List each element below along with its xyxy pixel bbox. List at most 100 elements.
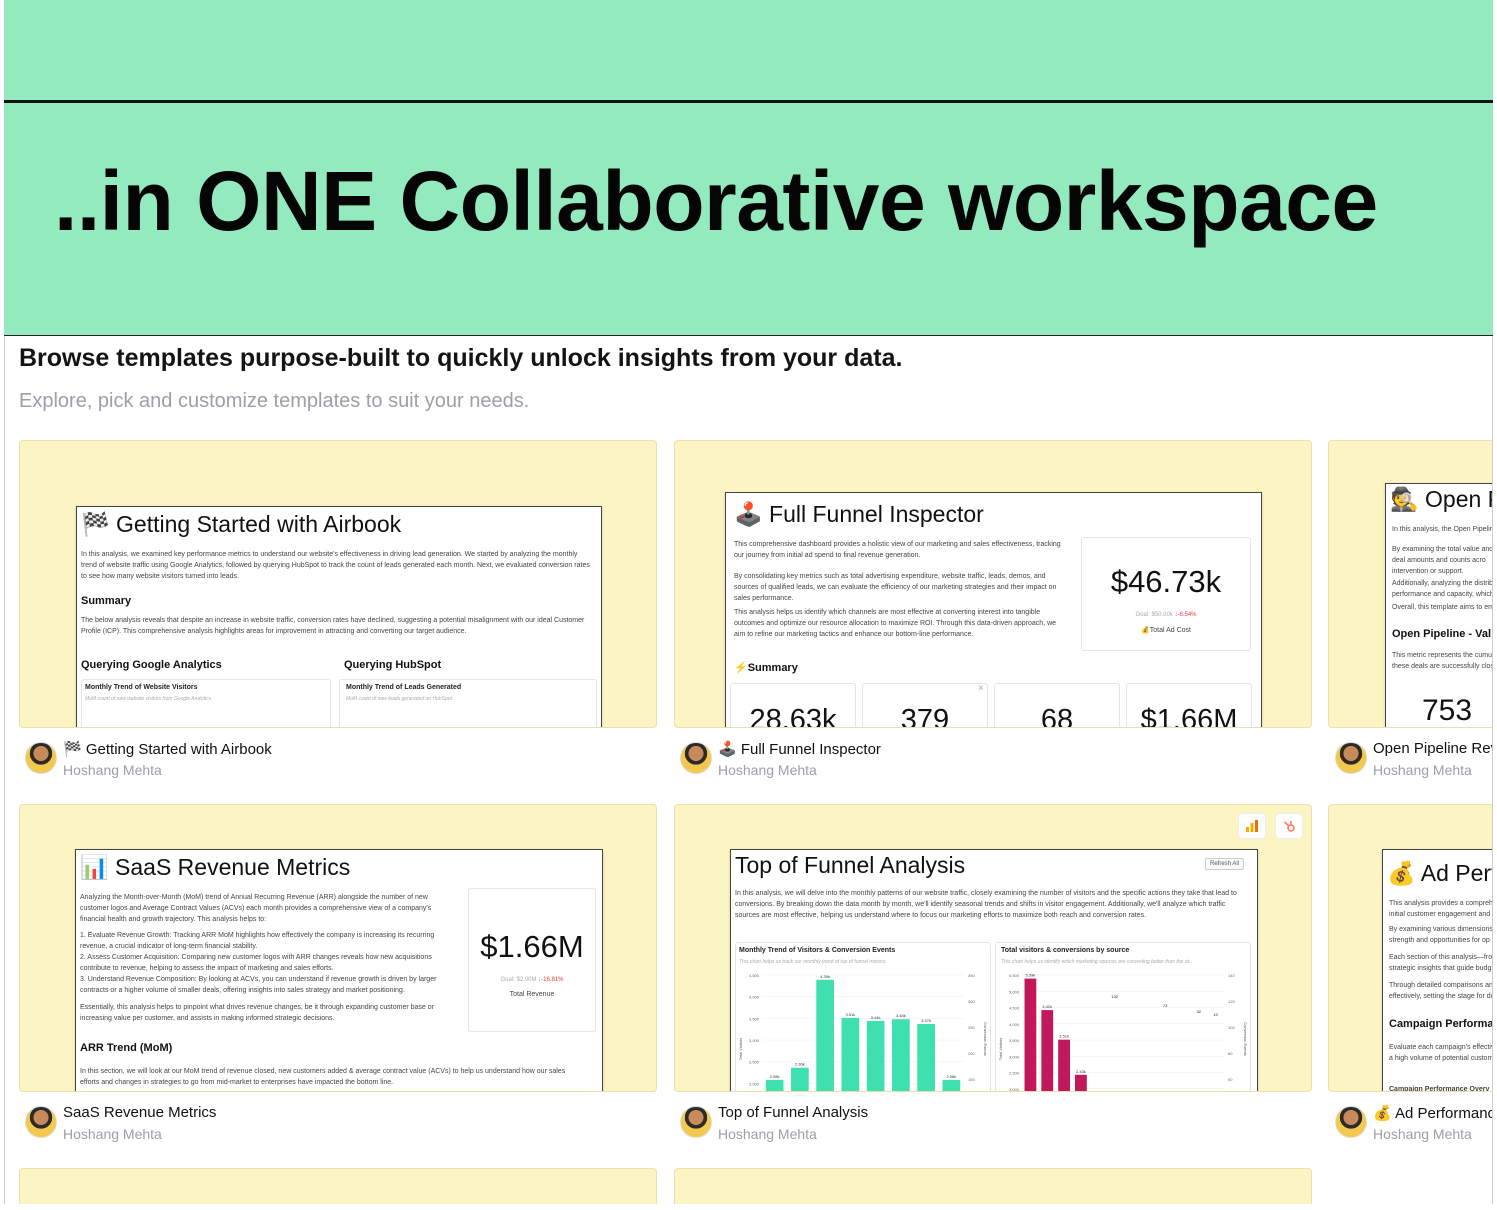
template-meta[interactable]: 🕹️ Full Funnel Inspector Hoshang Mehta <box>680 740 1280 782</box>
preview-para: This analysis helps us identify which ch… <box>734 609 1057 638</box>
template-meta[interactable]: 💰 Ad Performance Hoshang Mehta <box>1335 1104 1492 1146</box>
y-axis-label: Total Visitors <box>738 1038 743 1061</box>
template-card-saas-revenue[interactable]: 📊 SaaS Revenue Metrics Analyzing the Mon… <box>19 804 657 1092</box>
template-meta[interactable]: 🏁 Getting Started with Airbook Hoshang M… <box>25 740 625 782</box>
template-preview: 💰 Ad Perfo This analysis provides a comp… <box>1382 849 1493 1091</box>
chart-title: Total visitors & conversions by source <box>1001 947 1130 954</box>
template-title[interactable]: 🕹️ Full Funnel Inspector <box>718 740 881 758</box>
y-tick-label: 2,500 <box>749 1060 760 1065</box>
kpi-goal: Goal: $2.00M ↓-16.81% <box>500 977 564 983</box>
template-author: Hoshang Mehta <box>1373 762 1472 778</box>
preview-title: 🏁 Getting Started with Airbook <box>81 511 402 537</box>
data-label: 4.42k <box>1042 1004 1052 1009</box>
preview-section: ARR Trend (MoM) <box>80 1042 173 1054</box>
data-label: 2.43k <box>1076 1069 1086 1074</box>
kpi-label: Total Revenue <box>509 991 555 998</box>
y-tick-label: 3,500 <box>749 1016 760 1021</box>
kpi-value: 753 <box>1422 694 1473 727</box>
chart-subtitle: This chart helps us identify which marke… <box>1001 959 1194 965</box>
template-card-ad-performance[interactable]: 💰 Ad Perfo This analysis provides a comp… <box>1328 804 1493 1092</box>
template-preview: 📊 SaaS Revenue Metrics Analyzing the Mon… <box>75 849 603 1091</box>
template-card[interactable] <box>19 1168 657 1204</box>
preview-summary-heading: ⚡Summary <box>734 662 798 674</box>
gallery-subline: Explore, pick and customize templates to… <box>19 390 530 412</box>
template-author: Hoshang Mehta <box>718 1126 817 1142</box>
line-label: 10 <box>1213 1012 1218 1017</box>
template-card-top-of-funnel[interactable]: Top of Funnel Analysis Refresh All In th… <box>674 804 1312 1092</box>
y-tick-label: 3,000 <box>1009 1054 1020 1059</box>
y2-tick-label: 100 <box>1228 1025 1235 1030</box>
bar <box>942 1079 961 1091</box>
y-tick-label: 3,000 <box>749 1038 760 1043</box>
y-tick-label: 3,500 <box>1009 1038 1020 1043</box>
preview-title: Top of Funnel Analysis <box>735 852 966 878</box>
template-preview: Top of Funnel Analysis Refresh All In th… <box>730 849 1258 1092</box>
template-card-full-funnel[interactable]: 🕹️ Full Funnel Inspector This comprehens… <box>674 440 1312 728</box>
data-label: 3.44k <box>871 1015 881 1020</box>
data-label: 3.51k <box>1059 1034 1069 1039</box>
y2-tick-label: 250 <box>968 1025 975 1030</box>
y-tick-label: 4,000 <box>1009 1022 1020 1027</box>
bar <box>1041 1010 1054 1091</box>
avatar <box>680 1106 712 1138</box>
template-author: Hoshang Mehta <box>1373 1126 1472 1142</box>
template-author: Hoshang Mehta <box>718 762 817 778</box>
template-card-open-pipeline[interactable]: 🕵️ Open P In this analysis, the Open Pip… <box>1328 440 1493 728</box>
chart-visitors-by-source: Total visitors & conversions by source T… <box>995 942 1251 1092</box>
y2-tick-label: 150 <box>968 1077 975 1082</box>
preview-section-hubspot: Querying HubSpot <box>344 659 442 671</box>
refresh-all-button[interactable]: Refresh All <box>1205 858 1245 870</box>
line-label: 32 <box>1197 1009 1202 1014</box>
mini-kpi: 68 <box>994 683 1120 727</box>
y2-tick-label: 140 <box>1228 973 1235 978</box>
kpi-total-ad-cost: $46.73k Goal: $50.00k ↓-6.54% 💰Total Ad … <box>1081 537 1251 651</box>
template-title[interactable]: 💰 Ad Performance <box>1373 1104 1492 1122</box>
y-tick-label: 2,500 <box>1009 1071 1020 1076</box>
data-label: 3.48k <box>896 1013 906 1018</box>
template-meta[interactable]: SaaS Revenue Metrics Hoshang Mehta <box>25 1104 625 1146</box>
bar <box>917 1023 935 1091</box>
hero-title: ..in ONE Collaborative workspace <box>54 154 1378 248</box>
line-label: 73 <box>1163 1003 1168 1008</box>
preview-heading: Open Pipeline - Val <box>1392 628 1492 640</box>
templates-gallery: Browse templates purpose-built to quickl… <box>4 336 1493 1204</box>
hero-banner: ..in ONE Collaborative workspace <box>4 103 1493 336</box>
y2-axis-label: Conversion Events <box>1243 1022 1248 1056</box>
template-author: Hoshang Mehta <box>63 762 162 778</box>
template-title[interactable]: SaaS Revenue Metrics <box>63 1104 216 1121</box>
mini-kpi: 379 <box>862 683 988 727</box>
preview-title: 🕵️ Open P <box>1390 486 1493 512</box>
bar <box>1024 978 1037 1091</box>
preview-summary-text: The below analysis reveals that despite … <box>81 617 585 635</box>
preview-chart-leads: Monthly Trend of Leads Generated MoM cou… <box>339 679 597 727</box>
y-tick-label: 4,500 <box>1009 1006 1020 1011</box>
template-title[interactable]: Top of Funnel Analysis <box>718 1104 868 1121</box>
template-meta[interactable]: Open Pipeline Revi Hoshang Mehta <box>1335 740 1492 782</box>
avatar <box>1335 1106 1367 1138</box>
preview-title: 💰 Ad Perfo <box>1387 860 1492 886</box>
preview-heading: Campaign Performa <box>1389 1018 1493 1030</box>
y2-tick-label: 120 <box>1228 999 1235 1004</box>
gallery-headline: Browse templates purpose-built to quickl… <box>19 344 903 372</box>
template-title[interactable]: 🏁 Getting Started with Airbook <box>63 740 272 758</box>
y2-tick-label: 350 <box>968 973 975 978</box>
preview-para: By consolidating key metrics such as tot… <box>734 573 1057 602</box>
y2-tick-label: 80 <box>1228 1051 1233 1056</box>
kpi-total-revenue: $1.66M Goal: $2.00M ↓-16.81% Total Reven… <box>468 888 596 1032</box>
mini-kpi: 28.63k <box>730 683 856 727</box>
preview-title: 📊 SaaS Revenue Metrics <box>80 854 351 880</box>
template-card[interactable] <box>674 1168 1312 1204</box>
data-label: 1.8k <box>1111 1089 1119 1092</box>
data-label: 2.08k <box>946 1074 956 1079</box>
template-title[interactable]: Open Pipeline Revi <box>1373 740 1492 757</box>
data-label: 3.37k <box>921 1018 931 1023</box>
close-icon[interactable]: × <box>978 683 984 694</box>
bar <box>791 1067 809 1091</box>
y-axis-label: Total Visitors <box>998 1038 1003 1061</box>
avatar <box>1335 742 1367 774</box>
data-label: 2.08k <box>770 1074 780 1079</box>
template-preview: 🕹️ Full Funnel Inspector This comprehens… <box>725 492 1262 727</box>
template-card-getting-started[interactable]: 🏁 Getting Started with Airbook In this a… <box>19 440 657 728</box>
template-meta[interactable]: Top of Funnel Analysis Hoshang Mehta <box>680 1104 1280 1146</box>
preview-summary-heading: Summary <box>81 595 132 607</box>
